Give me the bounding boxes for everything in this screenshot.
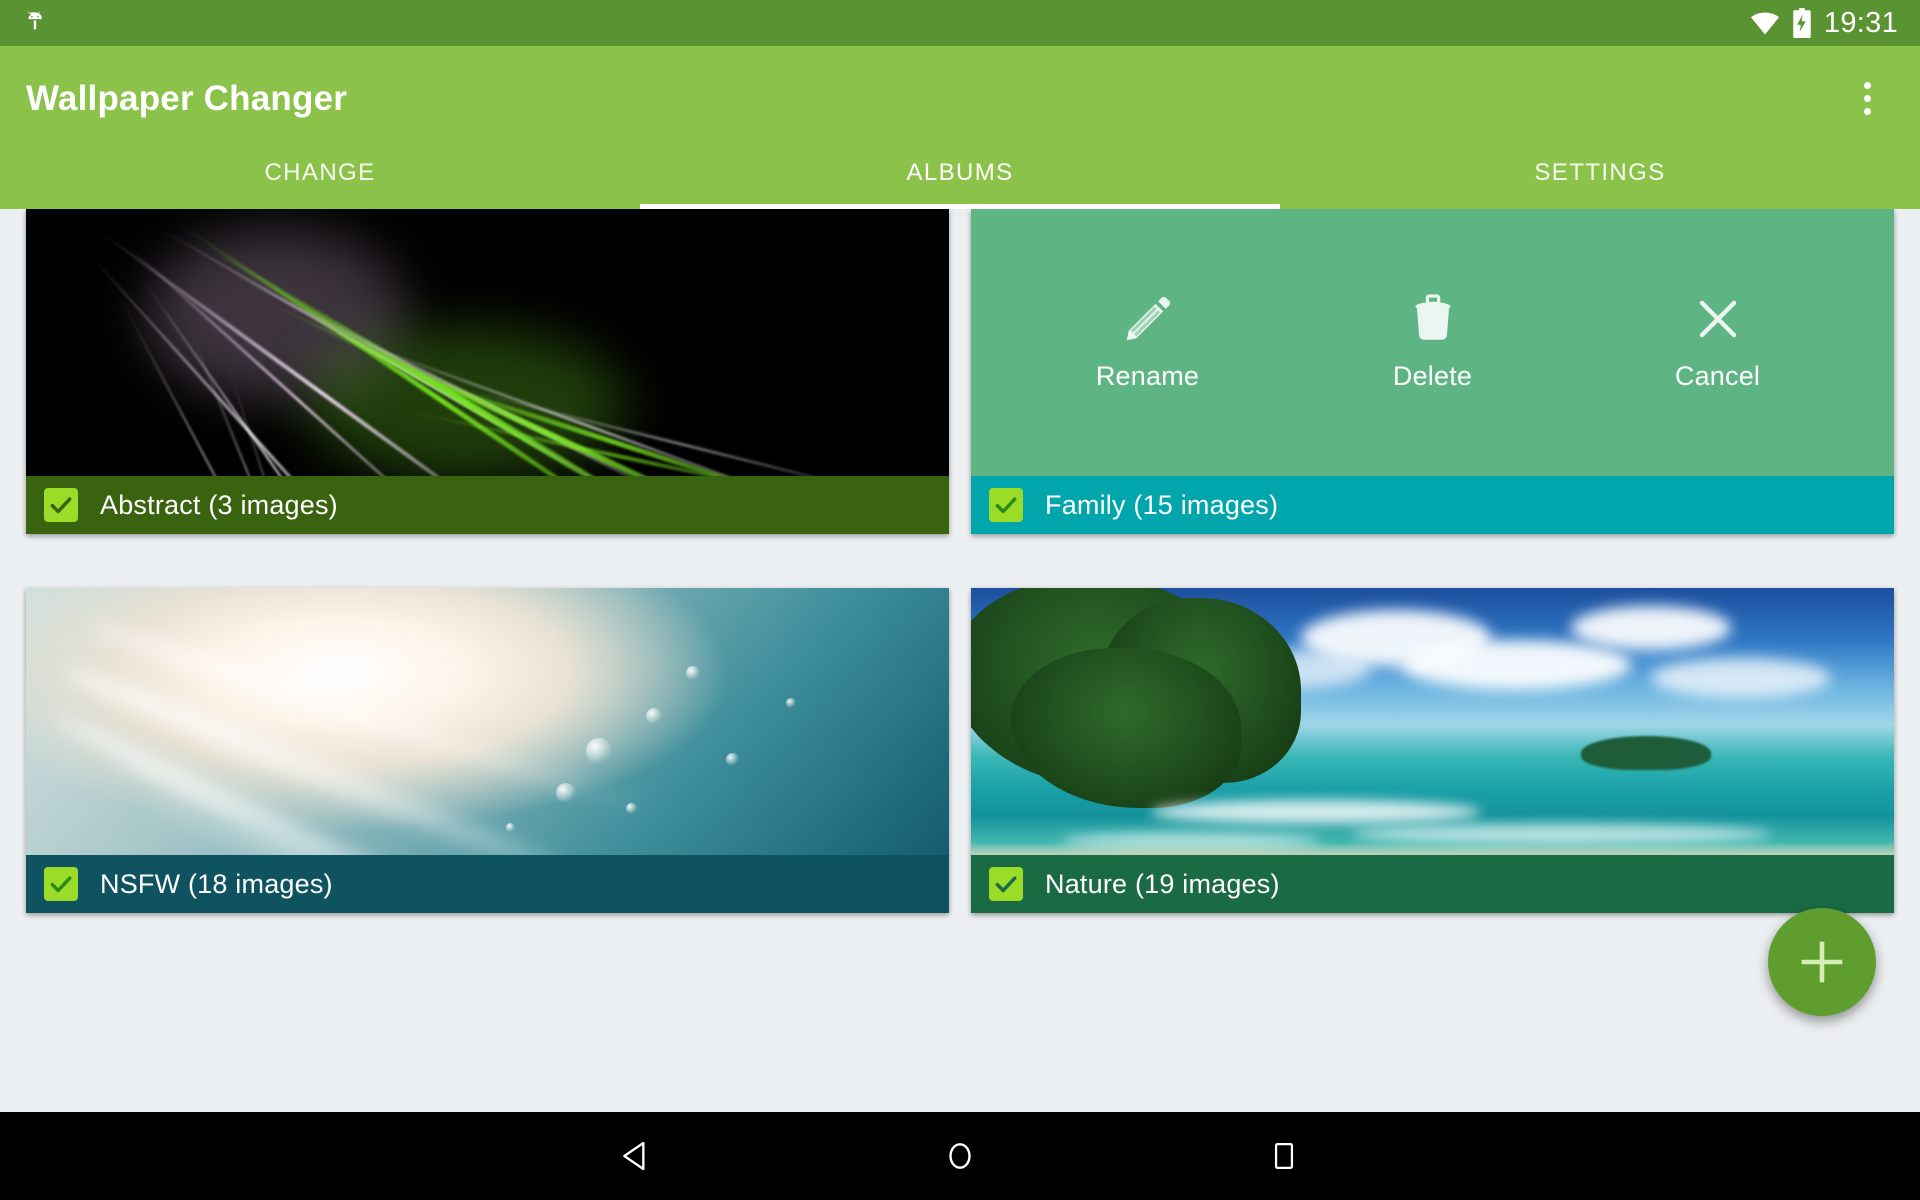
nav-recents-button[interactable] (1247, 1119, 1321, 1193)
tab-label: CHANGE (264, 159, 376, 186)
trash-icon (1407, 293, 1459, 345)
delete-action-label: Delete (1392, 361, 1473, 391)
delete-action-button[interactable]: Delete (1358, 293, 1508, 392)
app-root: 19:31 Wallpaper Changer CHANGE ALBUMS SE… (0, 0, 1920, 1200)
tab-change[interactable]: CHANGE (0, 151, 640, 209)
album-caption-nsfw: NSFW (18 images) (26, 855, 949, 913)
wifi-icon (1750, 10, 1780, 36)
album-checkbox-family[interactable] (989, 488, 1023, 522)
close-icon (1692, 293, 1744, 345)
android-nav-bar (0, 1112, 1920, 1200)
overflow-dot (1863, 108, 1871, 115)
album-checkbox-nsfw[interactable] (44, 867, 78, 901)
nav-home-button[interactable] (923, 1119, 997, 1193)
tab-albums[interactable]: ALBUMS (640, 151, 1280, 209)
albums-grid: Abstract (3 images) Rename Delete Cancel… (26, 209, 1894, 913)
album-card-nature[interactable]: Nature (19 images) (971, 588, 1894, 913)
album-card-abstract[interactable]: Abstract (3 images) (26, 209, 949, 534)
album-label: Nature (19 images) (1045, 868, 1280, 899)
album-label: Abstract (3 images) (100, 489, 338, 520)
battery-charging-icon (1792, 8, 1812, 38)
album-label: Family (15 images) (1045, 489, 1279, 520)
back-triangle-icon (616, 1136, 656, 1176)
overflow-dot (1863, 95, 1871, 102)
album-checkbox-abstract[interactable] (44, 488, 78, 522)
album-caption-family: Family (15 images) (971, 476, 1894, 534)
album-caption-nature: Nature (19 images) (971, 855, 1894, 913)
pencil-icon (1122, 293, 1174, 345)
albums-content: Abstract (3 images) Rename Delete Cancel… (0, 209, 1920, 1112)
cancel-action-label: Cancel (1674, 361, 1761, 391)
page-title: Wallpaper Changer (26, 78, 348, 118)
overflow-dot (1863, 82, 1871, 89)
status-bar-left (22, 10, 48, 36)
nav-back-button[interactable] (599, 1119, 673, 1193)
app-bar-top-row: Wallpaper Changer (0, 46, 1920, 151)
album-caption-abstract: Abstract (3 images) (26, 476, 949, 534)
tab-label: ALBUMS (906, 159, 1014, 186)
tab-settings[interactable]: SETTINGS (1280, 151, 1920, 209)
rename-action-label: Rename (1095, 361, 1200, 391)
home-circle-icon (941, 1137, 979, 1175)
album-card-nsfw[interactable]: NSFW (18 images) (26, 588, 949, 913)
android-head-icon (22, 10, 48, 36)
recents-square-icon (1267, 1139, 1301, 1173)
album-label: NSFW (18 images) (100, 868, 333, 899)
album-action-overlay: Rename Delete Cancel (971, 209, 1894, 476)
tab-bar: CHANGE ALBUMS SETTINGS (0, 151, 1920, 209)
tab-label: SETTINGS (1534, 159, 1666, 186)
rename-action-button[interactable]: Rename (1073, 293, 1223, 392)
cancel-action-button[interactable]: Cancel (1643, 293, 1793, 392)
status-bar-clock: 19:31 (1823, 6, 1898, 39)
status-bar: 19:31 (0, 0, 1920, 46)
plus-icon (1793, 933, 1851, 991)
album-checkbox-nature[interactable] (989, 867, 1023, 901)
overflow-menu-icon[interactable] (1840, 72, 1894, 126)
status-bar-right: 19:31 (1750, 8, 1898, 38)
app-bar: Wallpaper Changer CHANGE ALBUMS SETTINGS (0, 46, 1920, 209)
album-card-family[interactable]: Rename Delete Cancel Family (15 images) (971, 209, 1894, 534)
add-album-fab[interactable] (1768, 908, 1876, 1016)
